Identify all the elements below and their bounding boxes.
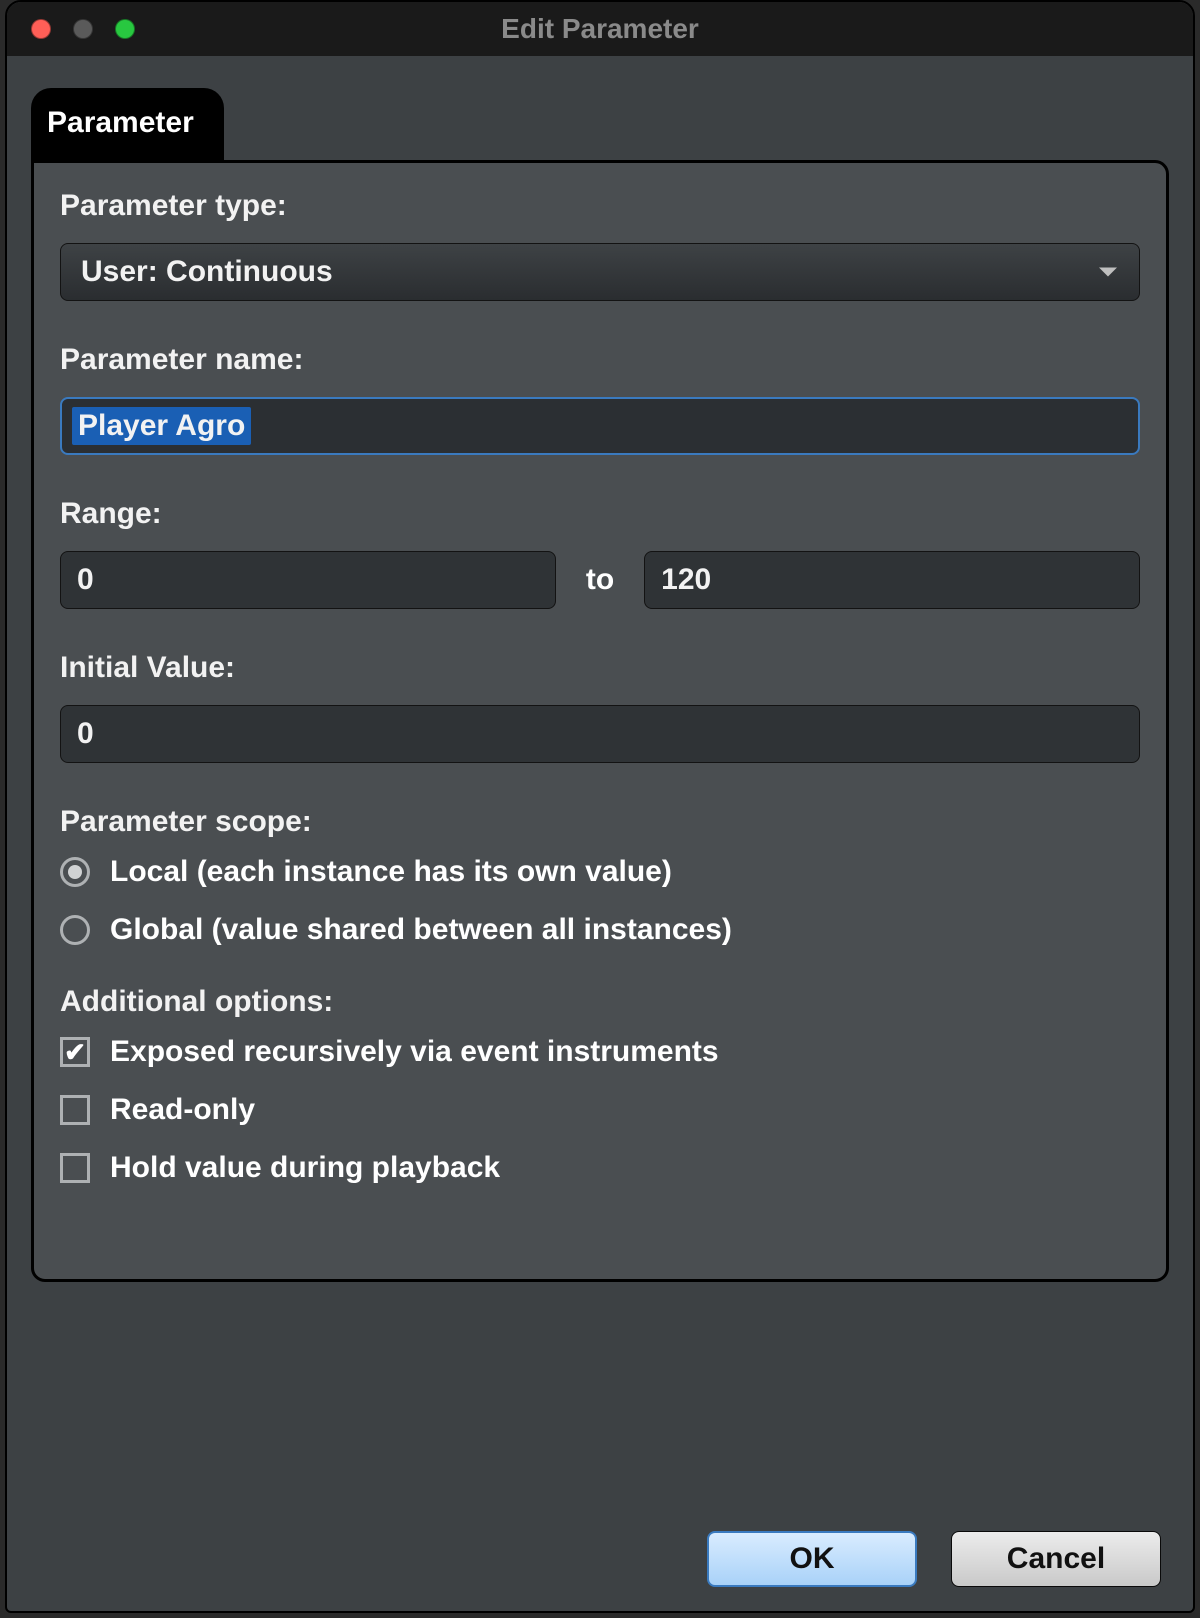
ok-button[interactable]: OK [707, 1531, 917, 1587]
parameter-type-value: User: Continuous [81, 255, 333, 289]
minimize-icon[interactable] [73, 19, 93, 39]
titlebar: Edit Parameter [7, 2, 1193, 56]
range-min-input[interactable]: 0 [60, 551, 556, 609]
checkbox-icon: ✔ [60, 1037, 90, 1067]
scope-group: Local (each instance has its own value) … [60, 855, 1140, 947]
dialog-footer: OK Cancel [707, 1531, 1161, 1587]
radio-icon [60, 915, 90, 945]
scope-local-label: Local (each instance has its own value) [110, 855, 672, 889]
parameter-name-value: Player Agro [72, 407, 251, 445]
traffic-lights [31, 19, 135, 39]
radio-icon [60, 857, 90, 887]
chevron-down-icon [1099, 268, 1117, 277]
additional-label: Additional options: [60, 985, 1140, 1019]
parameter-name-label: Parameter name: [60, 343, 1140, 377]
checkbox-icon [60, 1095, 90, 1125]
parameter-type-label: Parameter type: [60, 189, 1140, 223]
cancel-button[interactable]: Cancel [951, 1531, 1161, 1587]
parameter-name-input[interactable]: Player Agro [60, 397, 1140, 455]
initial-value-value: 0 [71, 715, 100, 753]
scope-label: Parameter scope: [60, 805, 1140, 839]
range-row: 0 to 120 [60, 551, 1140, 609]
option-exposed-row[interactable]: ✔ Exposed recursively via event instrume… [60, 1035, 1140, 1069]
tab-parameter[interactable]: Parameter [31, 88, 224, 160]
option-readonly-label: Read-only [110, 1093, 255, 1127]
option-hold-label: Hold value during playback [110, 1151, 500, 1185]
scope-global-row[interactable]: Global (value shared between all instanc… [60, 913, 1140, 947]
scope-local-row[interactable]: Local (each instance has its own value) [60, 855, 1140, 889]
parameter-type-dropdown[interactable]: User: Continuous [60, 243, 1140, 301]
option-hold-row[interactable]: Hold value during playback [60, 1151, 1140, 1185]
checkbox-icon [60, 1153, 90, 1183]
range-max-value: 120 [655, 561, 717, 599]
additional-group: ✔ Exposed recursively via event instrume… [60, 1035, 1140, 1185]
window-title: Edit Parameter [7, 13, 1193, 45]
range-label: Range: [60, 497, 1140, 531]
maximize-icon[interactable] [115, 19, 135, 39]
tab-bar: Parameter [31, 88, 1193, 160]
dialog-window: Edit Parameter Parameter Parameter type:… [0, 0, 1200, 1618]
option-exposed-label: Exposed recursively via event instrument… [110, 1035, 719, 1069]
parameter-panel: Parameter type: User: Continuous Paramet… [31, 160, 1169, 1282]
initial-value-label: Initial Value: [60, 651, 1140, 685]
close-icon[interactable] [31, 19, 51, 39]
dialog-region: Edit Parameter Parameter Parameter type:… [5, 0, 1195, 1613]
initial-value-input[interactable]: 0 [60, 705, 1140, 763]
range-max-input[interactable]: 120 [644, 551, 1140, 609]
option-readonly-row[interactable]: Read-only [60, 1093, 1140, 1127]
range-min-value: 0 [71, 561, 100, 599]
range-separator: to [586, 563, 614, 597]
scope-global-label: Global (value shared between all instanc… [110, 913, 732, 947]
